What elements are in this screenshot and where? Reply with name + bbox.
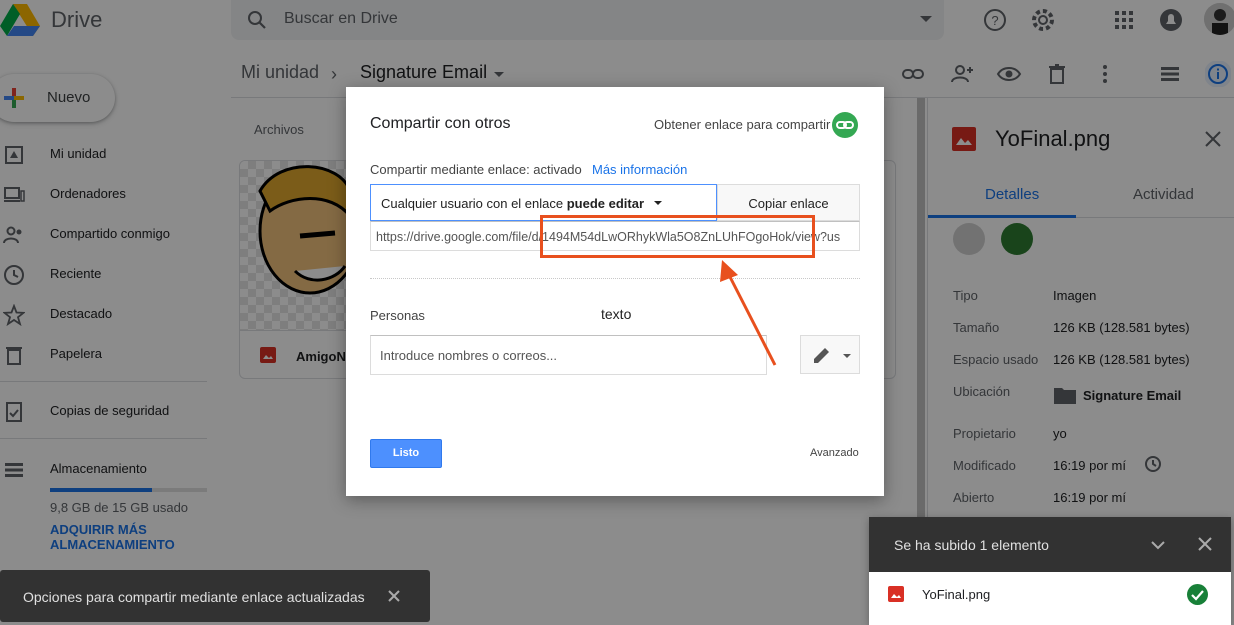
done-button[interactable]: Listo — [370, 439, 442, 468]
link-sharing-status: Compartir mediante enlace: activado — [370, 162, 582, 177]
share-dialog: Compartir con otros Obtener enlace para … — [346, 87, 884, 496]
pencil-icon — [814, 348, 829, 363]
get-link-label[interactable]: Obtener enlace para compartir — [654, 117, 830, 132]
permission-text: Cualquier usuario con el enlace puede ed… — [381, 196, 644, 211]
done-label: Listo — [392, 447, 420, 459]
annotation-highlight-box — [540, 215, 815, 258]
upload-status: Se ha subido 1 elemento — [894, 537, 1049, 553]
people-permission-button[interactable] — [800, 335, 860, 374]
close-icon[interactable] — [386, 588, 402, 604]
snackbar-message: Opciones para compartir mediante enlace … — [23, 589, 365, 605]
upload-panel: Se ha subido 1 elemento YoFinal.png — [869, 517, 1231, 625]
more-info-link[interactable]: Más información — [592, 162, 687, 177]
annotation-arrow — [720, 260, 777, 366]
annotation-text: texto — [601, 306, 632, 322]
copy-link-label: Copiar enlace — [748, 196, 829, 211]
dialog-title: Compartir con otros — [370, 115, 511, 132]
close-icon[interactable] — [1197, 536, 1213, 552]
upload-panel-header: Se ha subido 1 elemento — [869, 517, 1231, 572]
dropdown-arrow-icon — [654, 201, 662, 205]
permission-level: puede editar — [566, 196, 645, 211]
check-icon — [1187, 584, 1208, 605]
snackbar: Opciones para compartir mediante enlace … — [0, 570, 430, 622]
image-file-icon — [888, 586, 904, 602]
chevron-down-icon[interactable] — [1149, 536, 1167, 554]
link-icon[interactable] — [832, 112, 858, 138]
people-label: Personas — [370, 308, 425, 323]
advanced-link[interactable]: Avanzado — [810, 447, 859, 459]
uploaded-file-name[interactable]: YoFinal.png — [922, 587, 990, 602]
people-input-placeholder: Introduce nombres o correos... — [380, 348, 558, 363]
dropdown-arrow-icon — [843, 354, 851, 358]
permission-prefix: Cualquier usuario con el enlace — [381, 196, 567, 211]
